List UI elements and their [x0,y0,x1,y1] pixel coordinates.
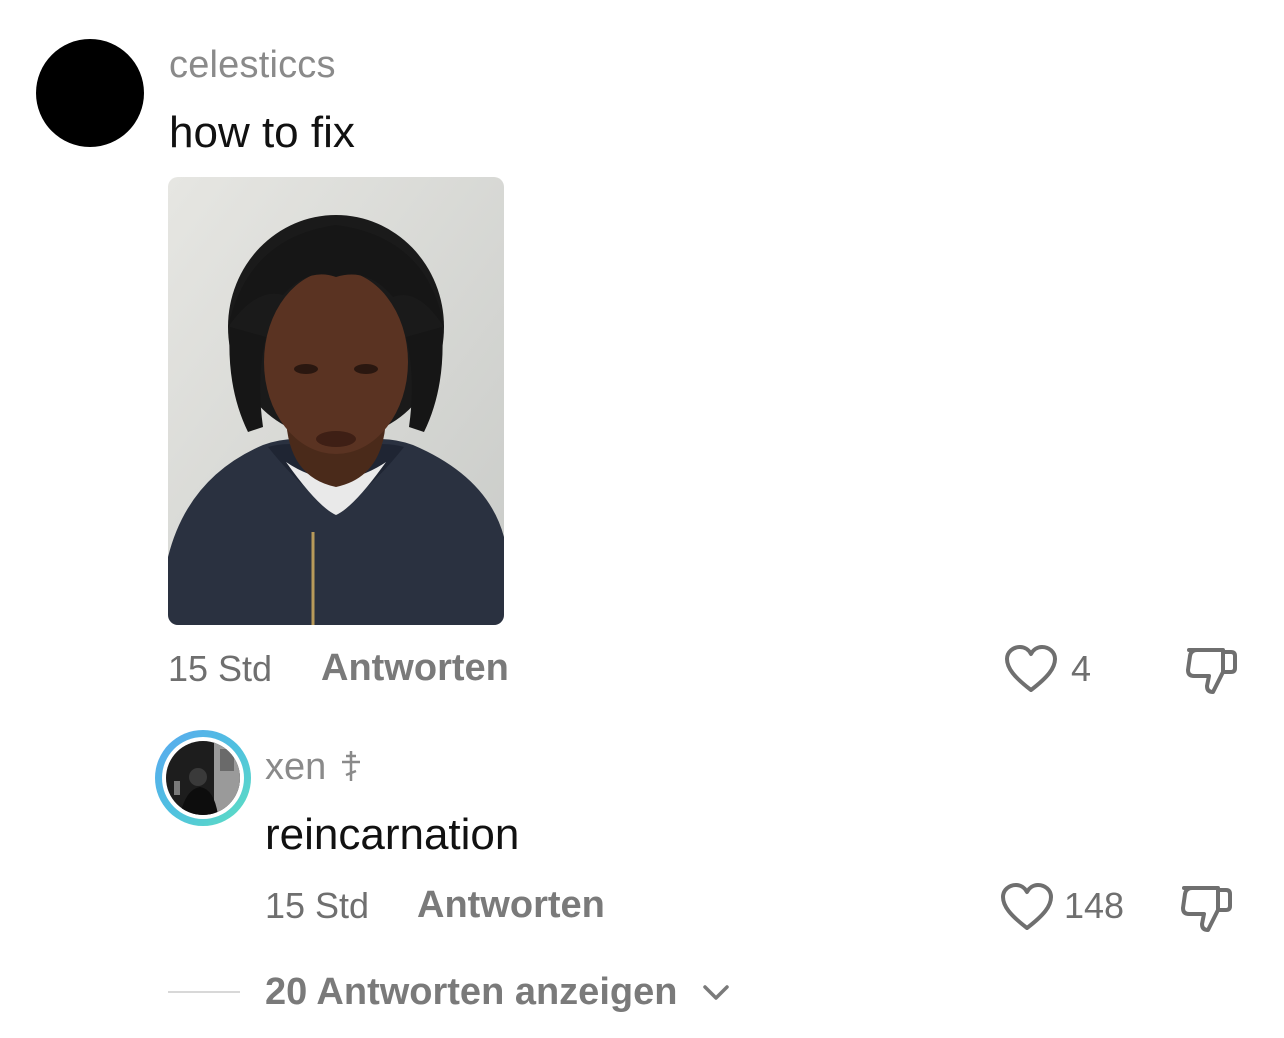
comment-time: 15 Std [168,648,273,689]
heart-outline-icon[interactable] [1004,644,1058,699]
heart-outline-icon[interactable] [1000,882,1054,937]
comment-text: how to fix [169,108,355,157]
like-count: 148 [1064,885,1125,926]
view-replies-button[interactable]: 20 Antworten anzeigen [265,971,677,1014]
avatar[interactable] [36,39,144,147]
reply-text: reincarnation [265,810,520,859]
thumbs-down-icon[interactable] [1183,642,1239,703]
avatar[interactable] [155,730,251,826]
divider [168,991,240,993]
reply-button[interactable]: Antworten [321,647,509,690]
reply-button[interactable]: Antworten [417,884,605,927]
reply-time: 15 Std [265,885,370,926]
like-count: 4 [1071,648,1092,689]
reply-username[interactable]: xen [265,746,326,789]
comment-photo[interactable] [168,177,504,625]
orthodox-cross-icon [340,750,362,787]
thumbs-down-icon[interactable] [1178,880,1234,941]
comment-username[interactable]: celesticcs [169,44,336,87]
chevron-down-icon[interactable] [702,984,730,1007]
